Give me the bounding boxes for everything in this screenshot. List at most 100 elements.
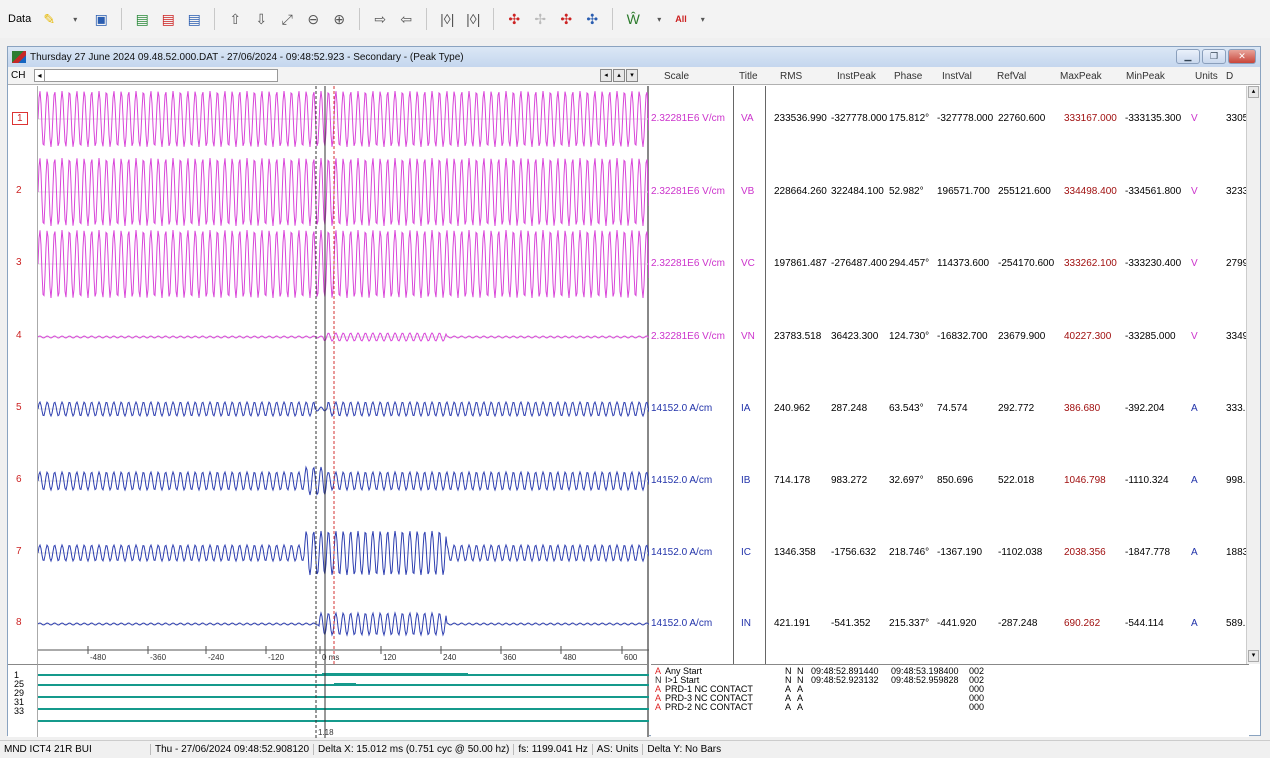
scroll-down-icon[interactable]: ▾: [1248, 650, 1259, 662]
status-delta-x: Delta X: 15.012 ms (0.751 cyc @ 50.00 hz…: [313, 744, 513, 755]
cell-minpeak: -333135.300: [1125, 113, 1182, 124]
channel-scrollbar[interactable]: ◂: [34, 69, 278, 82]
status-delta-y: Delta Y: No Bars: [642, 744, 725, 755]
all-label[interactable]: All: [675, 14, 687, 24]
toolbar-separator: [612, 8, 614, 30]
disabled-icon: ✢: [534, 10, 547, 27]
zoom-in-icon[interactable]: ⊕: [329, 8, 349, 30]
arrow-down-icon[interactable]: ⇩: [251, 8, 271, 30]
time-tick-label: -120: [268, 653, 285, 662]
cell-title: IC: [741, 547, 751, 558]
harmonics-icon[interactable]: ✣: [556, 8, 576, 30]
cell-instpeak: -327778.000: [831, 113, 888, 124]
time-tick-label: 120: [383, 653, 397, 662]
cell-phase: 294.457°: [889, 258, 930, 269]
header-row: CH ◂ ◂ ▴ ▾ Scale Title RMS InstPeak Phase Ins…: [8, 67, 1260, 85]
save-icon[interactable]: ▣: [91, 8, 111, 30]
cell-title: VC: [741, 258, 755, 269]
channel-values-table: 2.32281E6 V/cm VA 233536.990 -327778.000 175…: [649, 86, 1254, 664]
column-header: Units: [1195, 71, 1218, 82]
digital-channel-number: 25: [14, 679, 25, 689]
waveform-svg[interactable]: -480 -360 -240 -120 0 ms 120 240 360 480 600: [37, 86, 650, 664]
cell-instpeak: 322484.100: [831, 186, 884, 197]
phasor-icon[interactable]: ✣: [504, 8, 524, 30]
cell-units: V: [1191, 331, 1198, 342]
nav-down-icon[interactable]: ▾: [626, 69, 638, 82]
digital-flag: A: [655, 702, 662, 712]
minimize-icon[interactable]: ▁: [1176, 49, 1200, 64]
column-header: Title: [739, 71, 758, 82]
cell-title: VA: [741, 113, 754, 124]
app-icon: [12, 51, 26, 63]
cell-rms: 23783.518: [774, 331, 822, 342]
cell-phase: 32.697°: [889, 475, 924, 486]
cell-units: A: [1191, 618, 1198, 629]
analysis-icon[interactable]: ✣: [582, 8, 602, 30]
cell-minpeak: -544.114: [1125, 618, 1164, 629]
nav-up-icon[interactable]: ▴: [613, 69, 625, 82]
channel-number-column: 1 2 3 4 5 6 7 8: [8, 86, 38, 664]
main-toolbar: Data ✎ ▾ ▣ ▤ ▤ ▤ ⇧ ⇩ ⤢ ⊖ ⊕ ⇨ ⇦ |◊| |◊| ✣…: [0, 0, 1270, 38]
time-tick-label: 480: [563, 653, 577, 662]
zoom-fit-icon[interactable]: ⤢: [277, 8, 297, 30]
export-green-icon[interactable]: ▤: [132, 8, 152, 30]
column-header: D: [1226, 71, 1234, 82]
digital-channel-number: 31: [14, 697, 25, 707]
time-tick-label: 360: [503, 653, 517, 662]
column-header: InstPeak: [837, 71, 876, 82]
cell-maxpeak: 386.680: [1064, 403, 1101, 414]
column-header: RMS: [780, 71, 803, 82]
cell-units: V: [1191, 113, 1198, 124]
scroll-up-icon[interactable]: ▴: [1248, 86, 1259, 98]
arrow-left-icon[interactable]: ⇦: [396, 8, 416, 30]
vertical-scrollbar[interactable]: ▴ ▾: [1246, 86, 1260, 664]
arrow-up-icon[interactable]: ⇧: [225, 8, 245, 30]
cell-refval: 22760.600: [998, 113, 1046, 124]
cell-refval: -254170.600: [998, 258, 1055, 269]
zoom-out-icon[interactable]: ⊖: [303, 8, 323, 30]
time-tick-label: 600: [624, 653, 638, 662]
time-tick-label: 240: [443, 653, 457, 662]
cell-rms: 228664.260: [774, 186, 827, 197]
cell-phase: 52.982°: [889, 186, 924, 197]
digital-time-2: 09:48:52.959828: [891, 675, 959, 685]
restore-icon[interactable]: ❐: [1202, 49, 1226, 64]
cell-refval: 23679.900: [998, 331, 1046, 342]
cell-instval: -441.920: [937, 618, 977, 629]
dropdown-arrow-icon[interactable]: ▾: [649, 8, 669, 30]
column-divider: [765, 86, 766, 664]
export-red-icon[interactable]: ▤: [158, 8, 178, 30]
dropdown-arrow-icon[interactable]: ▾: [693, 8, 713, 30]
time-tick-label: 0 ms: [322, 653, 339, 662]
close-icon[interactable]: ✕: [1228, 49, 1256, 64]
channel-number: 4: [16, 330, 22, 341]
digital-active-bar-2: [334, 683, 356, 686]
cell-instpeak: -1756.632: [831, 547, 877, 558]
waveform-area[interactable]: -480 -360 -240 -120 0 ms 120 240 360 480 600: [37, 86, 650, 664]
digital-active-bar-1: [322, 673, 468, 676]
digital-svg[interactable]: 1.18: [38, 665, 649, 738]
digital-waveform-area[interactable]: 1.18: [38, 664, 649, 738]
cell-scale: 2.32281E6 V/cm: [651, 331, 725, 342]
cell-refval: 255121.600: [998, 186, 1051, 197]
cell-rms: 421.191: [774, 618, 811, 629]
waveform-select-icon[interactable]: Ŵ: [623, 8, 643, 30]
arrow-right-icon[interactable]: ⇨: [370, 8, 390, 30]
cell-phase: 63.543°: [889, 403, 924, 414]
time-tick-label: -480: [90, 653, 107, 662]
nav-left-icon[interactable]: ◂: [600, 69, 612, 82]
cell-units: V: [1191, 186, 1198, 197]
cell-units: A: [1191, 475, 1198, 486]
cell-refval: 522.018: [998, 475, 1035, 486]
cursor-left-icon[interactable]: |◊|: [437, 8, 457, 30]
digital-state-1: A: [785, 702, 792, 712]
column-divider: [733, 86, 734, 664]
cell-minpeak: -334561.800: [1125, 186, 1182, 197]
dropdown-arrow-icon[interactable]: ▾: [65, 8, 85, 30]
export-blue-icon[interactable]: ▤: [184, 8, 204, 30]
pencil-icon[interactable]: ✎: [39, 8, 59, 30]
cursor-right-icon[interactable]: |◊|: [463, 8, 483, 30]
scroll-left-icon[interactable]: ◂: [35, 70, 45, 81]
toolbar-separator: [214, 8, 216, 30]
column-header: Scale: [664, 71, 690, 82]
